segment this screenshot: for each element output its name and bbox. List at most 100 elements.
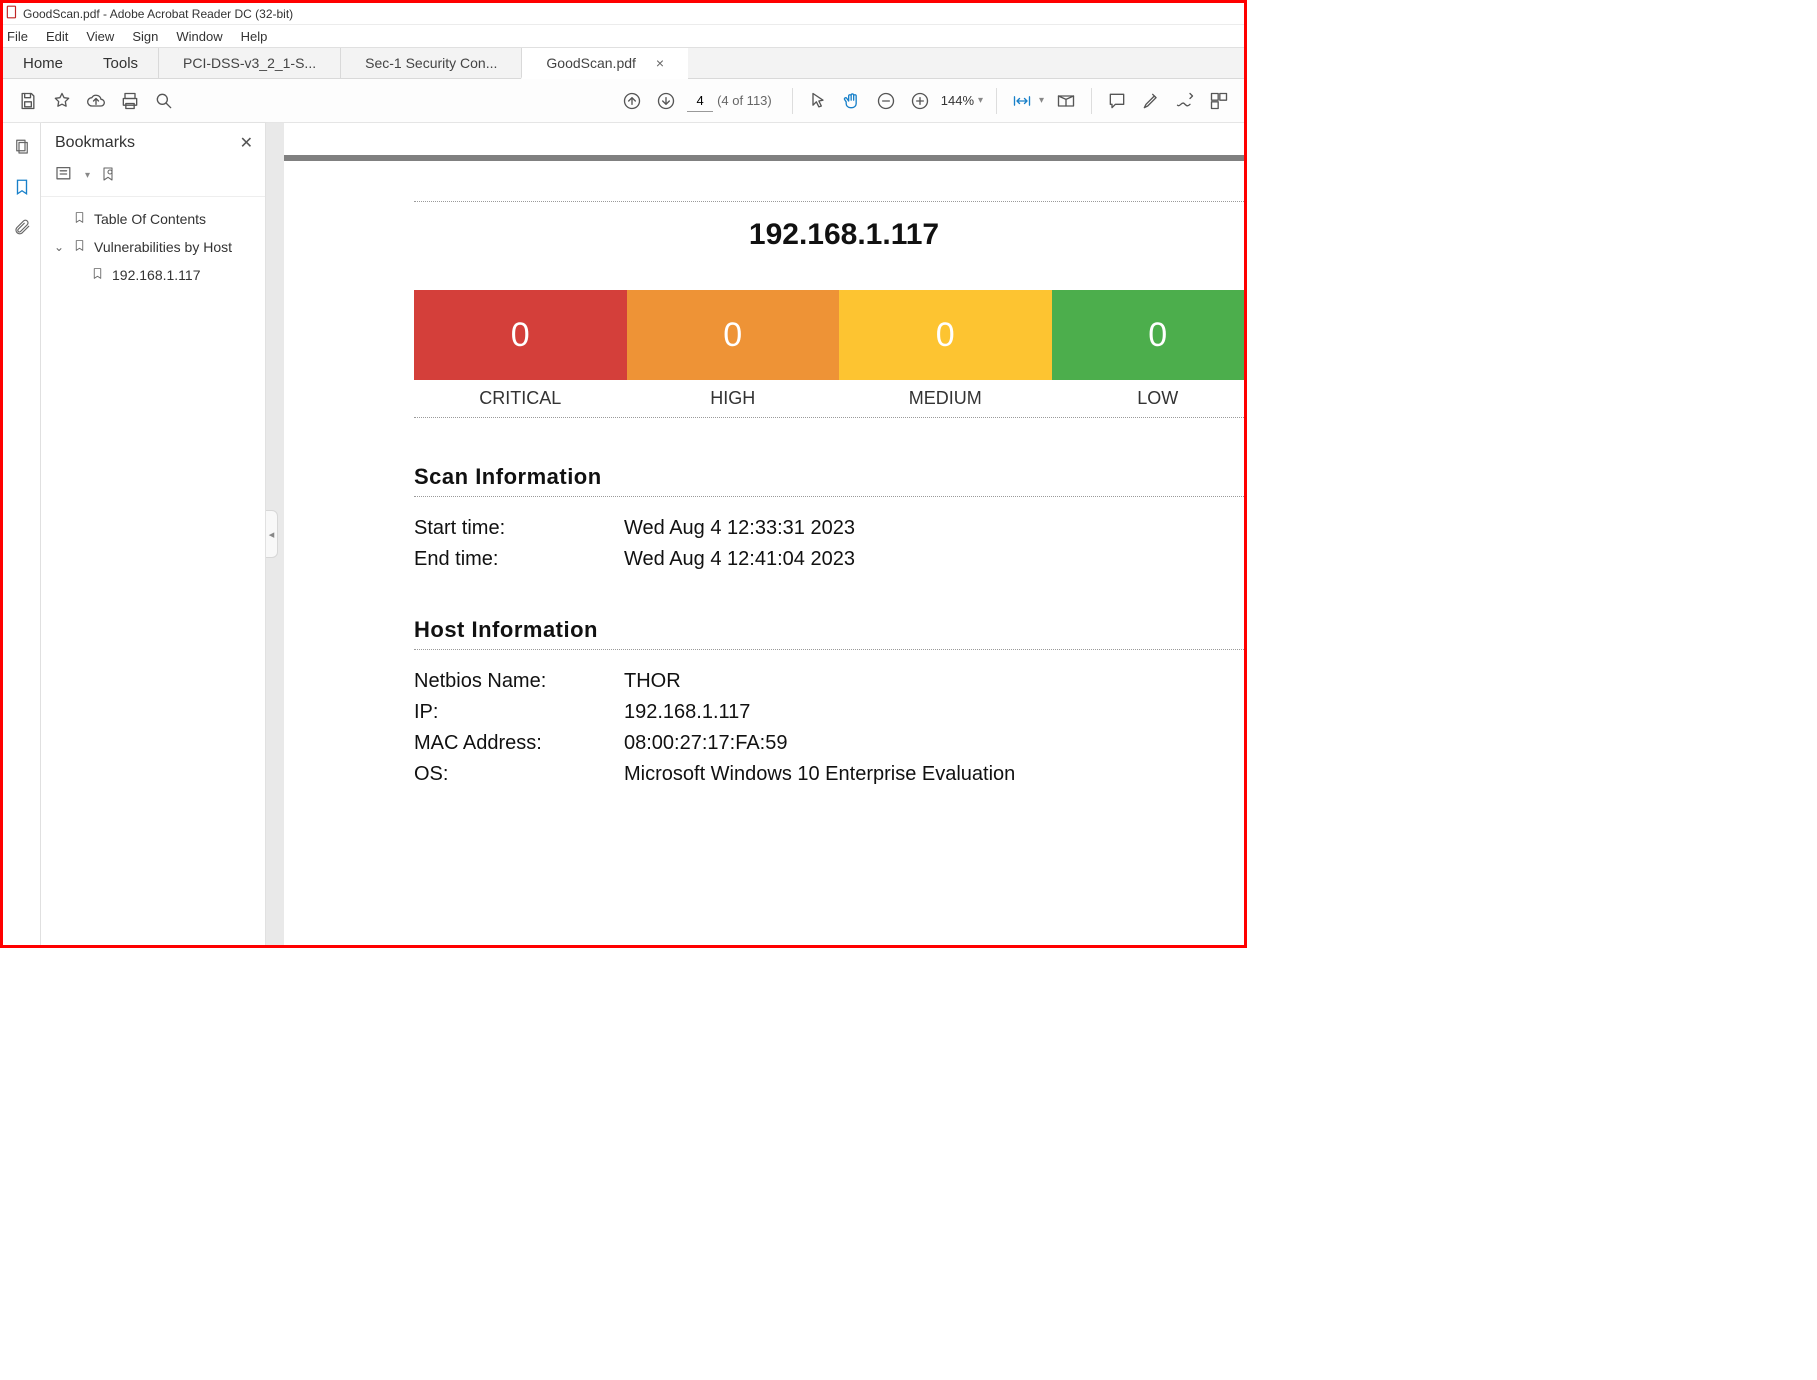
netbios-label: Netbios Name: bbox=[414, 670, 624, 693]
read-mode-icon[interactable] bbox=[1051, 86, 1081, 116]
close-icon[interactable]: × bbox=[656, 55, 664, 71]
ip-label: IP: bbox=[414, 701, 624, 724]
tab-label: PCI-DSS-v3_2_1-S... bbox=[183, 55, 316, 71]
fit-width-icon[interactable] bbox=[1007, 86, 1037, 116]
divider bbox=[414, 201, 1244, 202]
divider bbox=[414, 496, 1244, 497]
close-icon[interactable]: ✕ bbox=[240, 133, 253, 153]
bookmarks-tree: Table Of Contents ⌄ Vulnerabilities by H… bbox=[41, 197, 265, 297]
top-tab-strip: Home Tools PCI-DSS-v3_2_1-S... Sec-1 Sec… bbox=[3, 47, 1244, 79]
star-icon[interactable] bbox=[47, 86, 77, 116]
end-time-label: End time: bbox=[414, 548, 624, 571]
menu-window[interactable]: Window bbox=[176, 29, 222, 44]
print-icon[interactable] bbox=[115, 86, 145, 116]
options-icon[interactable] bbox=[55, 166, 75, 185]
bookmarks-toolbar: ▾ bbox=[41, 161, 265, 197]
bookmark-item[interactable]: Table Of Contents bbox=[51, 205, 253, 233]
page-up-icon[interactable] bbox=[617, 86, 647, 116]
tab-label: Sec-1 Security Con... bbox=[365, 55, 497, 71]
toolbar-separator bbox=[792, 88, 793, 114]
more-tools-icon[interactable] bbox=[1204, 86, 1234, 116]
bookmark-label: Table Of Contents bbox=[94, 211, 206, 227]
page-total-label: (4 of 113) bbox=[717, 93, 772, 108]
severity-critical-count: 0 bbox=[414, 290, 627, 380]
menu-sign[interactable]: Sign bbox=[132, 29, 158, 44]
menu-edit[interactable]: Edit bbox=[46, 29, 68, 44]
start-time-label: Start time: bbox=[414, 517, 624, 540]
severity-high-label: HIGH bbox=[627, 388, 840, 409]
document-page: 192.168.1.117 0 0 0 0 CRITICAL HIGH MEDI… bbox=[284, 123, 1244, 945]
tab-label: GoodScan.pdf bbox=[546, 55, 636, 71]
divider bbox=[414, 649, 1244, 650]
workspace: Bookmarks ✕ ▾ Table Of Contents ⌄ Vulner… bbox=[3, 123, 1244, 945]
host-info-table: Netbios Name:THOR IP:192.168.1.117 MAC A… bbox=[414, 670, 1244, 786]
menu-file[interactable]: File bbox=[7, 29, 28, 44]
end-time-value: Wed Aug 4 12:41:04 2023 bbox=[624, 548, 855, 571]
bookmark-icon bbox=[91, 266, 104, 284]
tab-doc-2[interactable]: Sec-1 Security Con... bbox=[340, 48, 521, 78]
collapse-panel-icon[interactable]: ◂ bbox=[266, 510, 278, 558]
left-rail bbox=[3, 123, 41, 945]
severity-bar: 0 0 0 0 bbox=[414, 290, 1244, 380]
attachment-icon[interactable] bbox=[10, 215, 34, 239]
tab-tools[interactable]: Tools bbox=[83, 48, 158, 78]
severity-critical-label: CRITICAL bbox=[414, 388, 627, 409]
bookmark-label: Vulnerabilities by Host bbox=[94, 239, 232, 255]
bookmark-item[interactable]: ⌄ Vulnerabilities by Host bbox=[51, 233, 253, 261]
document-viewport[interactable]: ◂ 192.168.1.117 0 0 0 0 CRITICAL HIGH ME… bbox=[266, 123, 1244, 945]
bookmarks-panel: Bookmarks ✕ ▾ Table Of Contents ⌄ Vulner… bbox=[41, 123, 266, 945]
mac-value: 08:00:27:17:FA:59 bbox=[624, 732, 787, 755]
save-icon[interactable] bbox=[13, 86, 43, 116]
sign-icon[interactable] bbox=[1170, 86, 1200, 116]
bookmark-icon bbox=[73, 210, 86, 228]
os-label: OS: bbox=[414, 763, 624, 786]
severity-medium-label: MEDIUM bbox=[839, 388, 1052, 409]
menu-help[interactable]: Help bbox=[241, 29, 268, 44]
cloud-upload-icon[interactable] bbox=[81, 86, 111, 116]
panel-title: Bookmarks bbox=[55, 134, 135, 152]
toolbar: (4 of 113) 144% ▾ ▾ bbox=[3, 79, 1244, 123]
tab-home[interactable]: Home bbox=[3, 48, 83, 78]
severity-high-count: 0 bbox=[627, 290, 840, 380]
os-value: Microsoft Windows 10 Enterprise Evaluati… bbox=[624, 763, 1015, 786]
thumbnails-icon[interactable] bbox=[10, 135, 34, 159]
chevron-down-icon[interactable]: ▾ bbox=[978, 95, 988, 106]
chevron-down-icon[interactable]: ⌄ bbox=[53, 240, 65, 254]
zoom-level[interactable]: 144% bbox=[941, 93, 974, 108]
scan-info-table: Start time:Wed Aug 4 12:33:31 2023 End t… bbox=[414, 517, 1244, 571]
start-time-value: Wed Aug 4 12:33:31 2023 bbox=[624, 517, 855, 540]
toolbar-separator bbox=[1091, 88, 1092, 114]
find-bookmark-icon[interactable] bbox=[100, 165, 116, 186]
ip-value: 192.168.1.117 bbox=[624, 701, 750, 724]
chevron-down-icon[interactable]: ▾ bbox=[85, 170, 90, 181]
page-number-input[interactable] bbox=[687, 90, 713, 112]
toolbar-separator bbox=[996, 88, 997, 114]
chevron-down-icon[interactable]: ▾ bbox=[1039, 95, 1049, 106]
menu-bar: File Edit View Sign Window Help bbox=[3, 25, 1244, 47]
bookmark-icon[interactable] bbox=[10, 175, 34, 199]
tab-doc-3[interactable]: GoodScan.pdf × bbox=[521, 48, 688, 79]
section-scan-info-title: Scan Information bbox=[414, 464, 1244, 490]
comment-icon[interactable] bbox=[1102, 86, 1132, 116]
title-bar: GoodScan.pdf - Adobe Acrobat Reader DC (… bbox=[3, 3, 1244, 25]
section-host-info-title: Host Information bbox=[414, 617, 1244, 643]
menu-view[interactable]: View bbox=[86, 29, 114, 44]
mac-label: MAC Address: bbox=[414, 732, 624, 755]
hand-icon[interactable] bbox=[837, 86, 867, 116]
divider bbox=[414, 417, 1244, 418]
pointer-icon[interactable] bbox=[803, 86, 833, 116]
severity-low-label: LOW bbox=[1052, 388, 1245, 409]
tab-doc-1[interactable]: PCI-DSS-v3_2_1-S... bbox=[158, 48, 340, 78]
highlight-icon[interactable] bbox=[1136, 86, 1166, 116]
severity-low-count: 0 bbox=[1052, 290, 1245, 380]
search-icon[interactable] bbox=[149, 86, 179, 116]
severity-labels: CRITICAL HIGH MEDIUM LOW bbox=[414, 388, 1244, 409]
page-title: 192.168.1.117 bbox=[414, 218, 1244, 252]
zoom-out-icon[interactable] bbox=[871, 86, 901, 116]
page-down-icon[interactable] bbox=[651, 86, 681, 116]
pdf-icon bbox=[5, 5, 19, 22]
zoom-in-icon[interactable] bbox=[905, 86, 935, 116]
window-title: GoodScan.pdf - Adobe Acrobat Reader DC (… bbox=[23, 7, 293, 21]
netbios-value: THOR bbox=[624, 670, 681, 693]
bookmark-item[interactable]: 192.168.1.117 bbox=[89, 261, 253, 289]
